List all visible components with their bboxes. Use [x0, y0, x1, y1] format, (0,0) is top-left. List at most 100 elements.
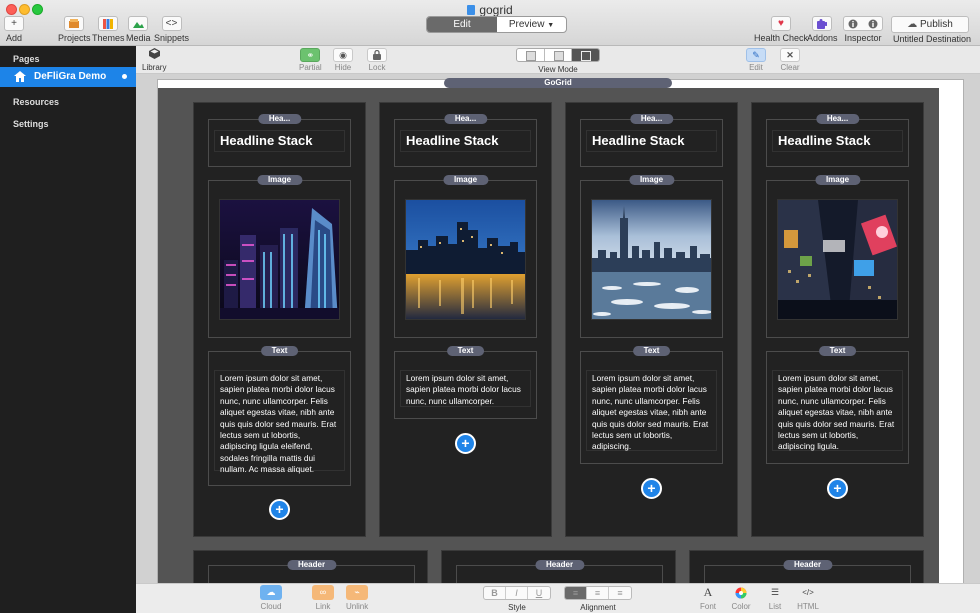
sidebar-page-item[interactable]: DeFliGra Demo — [0, 67, 136, 87]
image-stack[interactable]: Image — [208, 175, 351, 338]
stack-tag[interactable]: Image — [628, 175, 675, 185]
city-night-image[interactable] — [219, 199, 340, 320]
image-stack[interactable]: Image — [394, 175, 537, 338]
stack-tag[interactable]: Header — [534, 560, 585, 570]
grid-column[interactable]: Hea... Headline Stack Image Text Lorem i… — [193, 102, 366, 537]
header-stack[interactable]: Header — [704, 560, 911, 583]
text-stack[interactable]: Text Lorem ipsum dolor sit amet, sapien … — [394, 346, 537, 419]
header-row-cell[interactable]: Header — [441, 550, 676, 583]
headline-text[interactable]: Headline Stack — [772, 130, 903, 152]
stack-tag[interactable]: Text — [632, 346, 671, 356]
image-stack[interactable]: Image — [766, 175, 909, 338]
window-title-text: gogrid — [479, 3, 513, 17]
header-row-cell[interactable]: Header — [193, 550, 428, 583]
lock-button[interactable]: Lock — [367, 48, 387, 72]
themes-button[interactable]: Themes — [92, 16, 125, 43]
unlink-button[interactable]: ⌁ Unlink — [346, 585, 368, 611]
body-text[interactable]: Lorem ipsum dolor sit amet, sapien plate… — [400, 370, 531, 407]
add-stack-button[interactable]: + — [827, 478, 848, 499]
city-skyline-image[interactable] — [591, 199, 712, 320]
text-stack[interactable]: Text Lorem ipsum dolor sit amet, sapien … — [580, 346, 723, 464]
text-stack[interactable]: Text Lorem ipsum dolor sit amet, sapien … — [208, 346, 351, 486]
view-mode-3[interactable] — [572, 49, 599, 61]
clear-button[interactable]: ✕ Clear — [780, 48, 800, 72]
sidebar-item-resources[interactable]: Resources — [13, 97, 59, 107]
city-waterfront-image[interactable] — [405, 199, 526, 320]
body-text[interactable]: Lorem ipsum dolor sit amet, sapien plate… — [586, 370, 717, 451]
grid-column[interactable]: Hea... Headline Stack Image Text Lorem i… — [379, 102, 552, 537]
stack-tag[interactable]: Hea... — [815, 114, 860, 124]
inspector-button[interactable]: Inspector — [843, 16, 883, 43]
cloud-button[interactable]: ☁ Cloud — [260, 585, 282, 611]
gogrid-tag[interactable]: GoGrid — [444, 78, 672, 88]
stack-tag[interactable]: Header — [782, 560, 833, 570]
list-button[interactable]: ☰ List — [764, 585, 786, 611]
stack-tag[interactable]: Header — [286, 560, 337, 570]
code-brackets-icon: <> — [161, 16, 182, 31]
view-mode-1[interactable] — [517, 49, 545, 61]
headline-text[interactable]: Headline Stack — [400, 130, 531, 152]
stack-tag[interactable]: Text — [818, 346, 857, 356]
sidebar-item-settings[interactable]: Settings — [13, 119, 49, 129]
stack-tag[interactable]: Text — [446, 346, 485, 356]
header-stack[interactable]: Hea... Headline Stack — [766, 114, 909, 167]
link-button[interactable]: ∞ Link — [312, 585, 334, 611]
add-button[interactable]: + Add — [4, 16, 24, 43]
stack-tag[interactable]: Hea... — [443, 114, 488, 124]
grid-column[interactable]: Hea... Headline Stack Image Text Lorem i… — [751, 102, 924, 537]
publish-destination[interactable]: Untitled Destination — [884, 34, 980, 44]
hide-button[interactable]: ◉ Hide — [333, 48, 353, 72]
edit-canvas[interactable]: GoGrid Hea... Headline Stack Image Text … — [136, 74, 980, 583]
stack-tag[interactable]: Image — [442, 175, 489, 185]
header-stack[interactable]: Header — [456, 560, 663, 583]
pages-heading: Pages — [13, 54, 40, 64]
header-stack[interactable]: Hea... Headline Stack — [394, 114, 537, 167]
color-button[interactable]: Color — [730, 585, 752, 611]
view-mode-switch[interactable] — [516, 48, 600, 62]
italic-button[interactable]: I — [506, 587, 528, 599]
header-stack[interactable]: Hea... Headline Stack — [208, 114, 351, 167]
snippets-button[interactable]: <> Snippets — [154, 16, 189, 43]
align-left-button[interactable]: ≡ — [565, 587, 587, 599]
grid-column[interactable]: Hea... Headline Stack Image Text Lorem i… — [565, 102, 738, 537]
align-right-icon: ≡ — [617, 588, 623, 598]
gogrid-stack[interactable]: Hea... Headline Stack Image Text Lorem i… — [158, 88, 939, 583]
library-button[interactable]: Library — [142, 48, 166, 72]
image-stack[interactable]: Image — [580, 175, 723, 338]
health-check-button[interactable]: ♥ Health Check — [754, 16, 808, 43]
times-square-image[interactable] — [777, 199, 898, 320]
view-mode-2[interactable] — [545, 49, 573, 61]
media-button[interactable]: Media — [126, 16, 151, 43]
align-center-button[interactable]: ≡ — [587, 587, 609, 599]
stack-tag[interactable]: Image — [814, 175, 861, 185]
stack-tag[interactable]: Text — [260, 346, 299, 356]
underline-button[interactable]: U — [528, 587, 550, 599]
header-stack[interactable]: Header — [208, 560, 415, 583]
header-row-cell[interactable]: Header — [689, 550, 924, 583]
text-stack[interactable]: Text Lorem ipsum dolor sit amet, sapien … — [766, 346, 909, 464]
stack-tag[interactable]: Hea... — [257, 114, 302, 124]
edit-stack-button[interactable]: ✎ Edit — [746, 48, 766, 72]
body-text[interactable]: Lorem ipsum dolor sit amet, sapien plate… — [214, 370, 345, 474]
header-stack[interactable]: Hea... Headline Stack — [580, 114, 723, 167]
add-stack-button[interactable]: + — [455, 433, 476, 454]
html-button[interactable]: </> HTML — [797, 585, 819, 611]
headline-text[interactable]: Headline Stack — [586, 130, 717, 152]
addons-button[interactable]: Addons — [807, 16, 838, 43]
font-button[interactable]: A Font — [697, 585, 719, 611]
publish-button[interactable]: ☁ Publish — [891, 16, 969, 33]
align-right-button[interactable]: ≡ — [609, 587, 631, 599]
edit-mode-tab[interactable]: Edit — [427, 17, 497, 32]
headline-text[interactable]: Headline Stack — [214, 130, 345, 152]
plus-icon: + — [833, 480, 842, 496]
stack-tag[interactable]: Hea... — [629, 114, 674, 124]
add-stack-button[interactable]: + — [641, 478, 662, 499]
body-text[interactable]: Lorem ipsum dolor sit amet, sapien plate… — [772, 370, 903, 451]
bold-button[interactable]: B — [484, 587, 506, 599]
preview-mode-tab[interactable]: Preview ▼ — [497, 17, 566, 32]
projects-button[interactable]: Projects — [58, 16, 91, 43]
partial-button[interactable]: ⚭ Partial — [299, 48, 322, 72]
link-icon: ∞ — [312, 585, 334, 600]
add-stack-button[interactable]: + — [269, 499, 290, 520]
stack-tag[interactable]: Image — [256, 175, 303, 185]
